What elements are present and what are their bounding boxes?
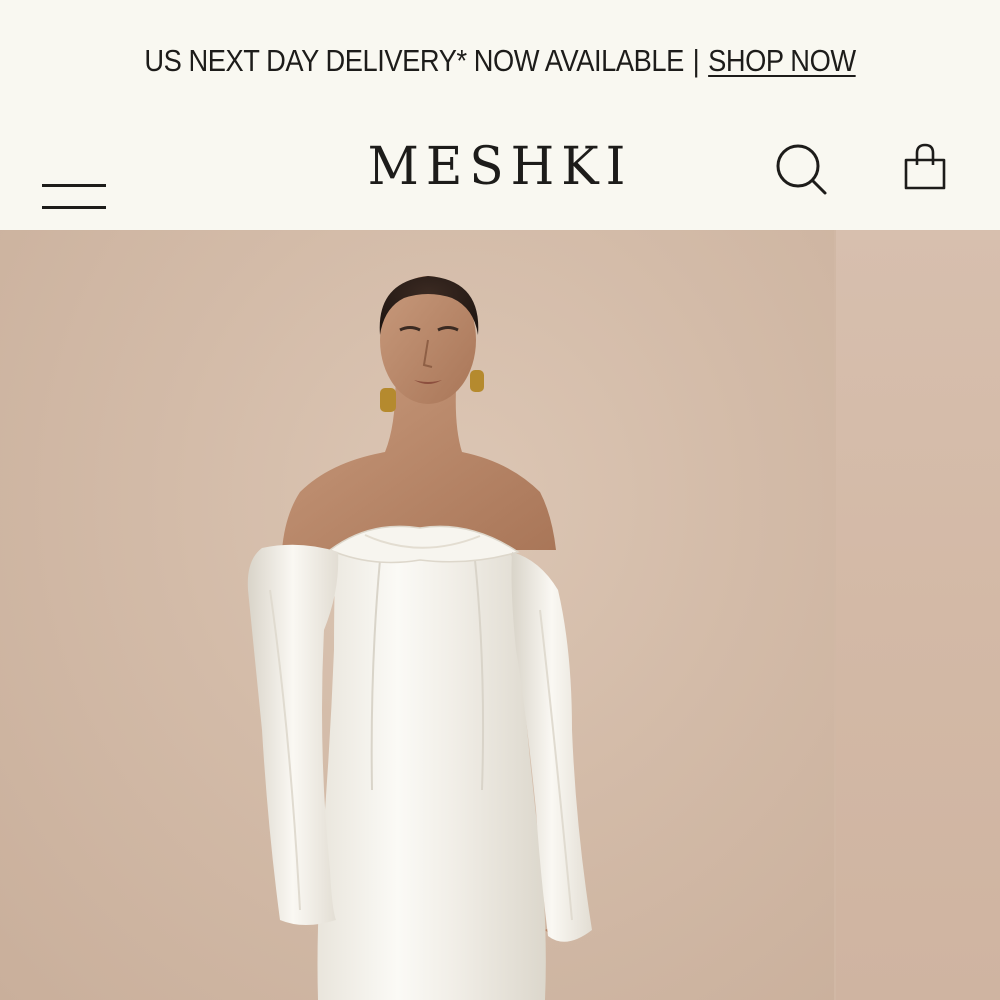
shopping-bag-icon: [904, 143, 946, 190]
announcement-bar: US NEXT DAY DELIVERY* NOW AVAILABLE | SH…: [60, 0, 940, 132]
cart-button[interactable]: [896, 138, 954, 202]
shop-now-link[interactable]: SHOP NOW: [708, 43, 856, 79]
search-icon: [776, 144, 827, 195]
brand-logo[interactable]: MESHKI: [330, 135, 670, 198]
menu-icon-bar: [42, 206, 106, 209]
announcement-text: US NEXT DAY DELIVERY* NOW AVAILABLE: [144, 43, 684, 78]
hero-slide[interactable]: [0, 230, 834, 1000]
search-button[interactable]: [770, 138, 834, 202]
hero-carousel[interactable]: [0, 230, 1000, 1000]
announcement-separator: |: [692, 43, 700, 78]
site-header: MESHKI: [0, 120, 1000, 230]
next-slide-peek[interactable]: [836, 230, 1000, 1000]
menu-button[interactable]: [40, 150, 110, 209]
hero-image: [247, 276, 592, 1000]
menu-icon: [42, 184, 106, 187]
